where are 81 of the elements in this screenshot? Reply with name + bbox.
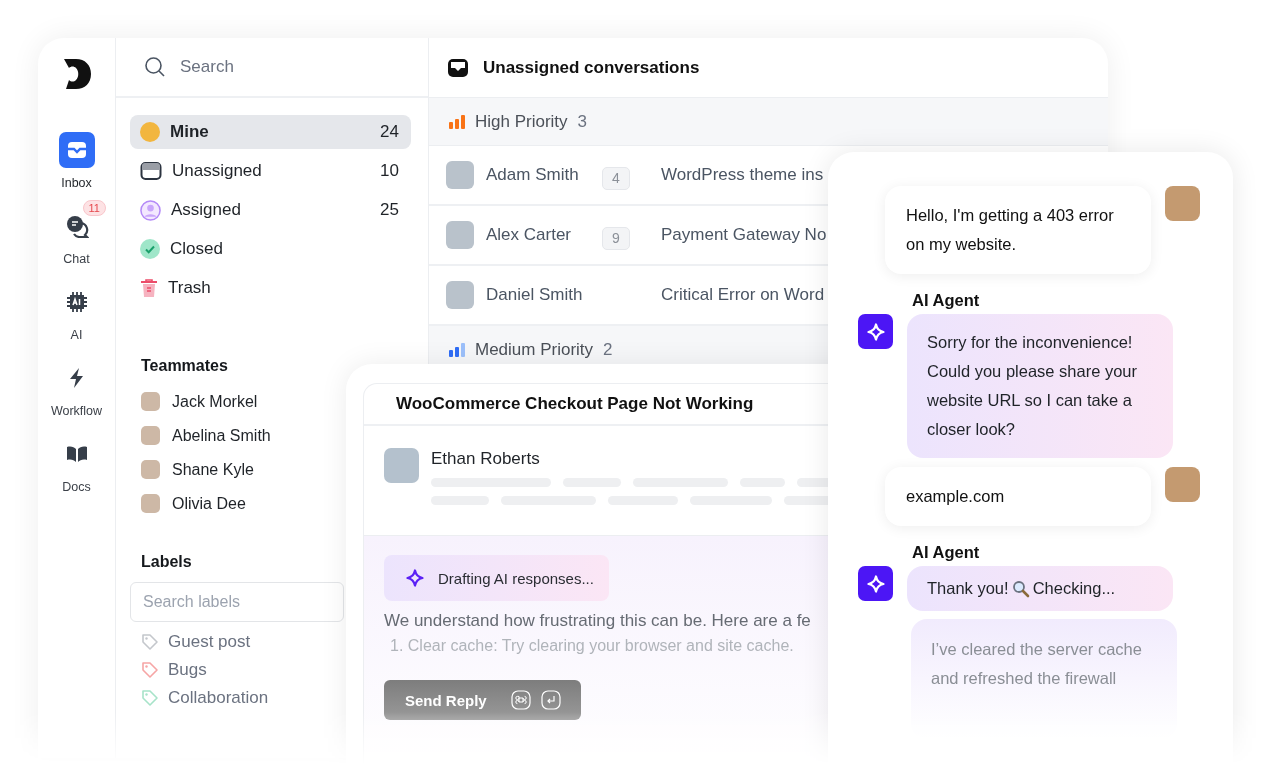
ai-chip-icon xyxy=(64,290,89,314)
enter-key-icon xyxy=(540,690,561,710)
search-icon xyxy=(144,56,166,78)
teammate-item[interactable]: Shane Kyle xyxy=(141,460,254,479)
ai-status-pill: Drafting AI responses... xyxy=(384,555,609,601)
folder-count: 25 xyxy=(380,200,399,220)
folder-item[interactable]: Mine 24 xyxy=(130,115,411,149)
draft-text: We understand how frustrating this can be. Here are a fe xyxy=(384,611,812,631)
message-count: 4 xyxy=(602,166,630,190)
inbox-icon xyxy=(58,132,95,168)
person-circle-icon xyxy=(140,199,161,221)
contact-name: Daniel Smith xyxy=(486,285,584,305)
teammate-item[interactable]: Abelina Smith xyxy=(141,426,271,445)
label-item[interactable]: Collaboration xyxy=(141,688,269,708)
message-bubble: example.com xyxy=(885,467,1151,526)
tray-icon xyxy=(447,57,469,78)
label-item[interactable]: Bugs xyxy=(141,660,207,680)
conversations-title: Unassigned conversations xyxy=(483,57,700,78)
avatar-photo xyxy=(141,392,160,411)
rail-label: Docs xyxy=(62,480,91,494)
message-bubble: Hello, I'm getting a 403 error on my website. xyxy=(885,186,1151,274)
conversation-subject: Payment Gateway No xyxy=(661,225,827,245)
avatar-photo xyxy=(141,426,160,445)
avatar-photo xyxy=(141,494,160,513)
signal-bars-icon xyxy=(449,342,465,357)
group-count: 2 xyxy=(603,339,613,360)
check-circle-icon xyxy=(140,239,160,259)
avatar-photo xyxy=(140,122,160,142)
logo-icon[interactable] xyxy=(61,58,92,90)
rail-nav-item[interactable]: Workflow xyxy=(46,352,107,420)
folder-item[interactable]: Closed xyxy=(130,232,411,266)
rail-label: Inbox xyxy=(61,176,92,190)
avatar-photo xyxy=(141,460,160,479)
conversation-subject: Critical Error on Word xyxy=(661,285,825,305)
tray-icon xyxy=(140,161,162,181)
folder-item[interactable]: Unassigned 10 xyxy=(130,154,411,188)
search-field[interactable]: Search xyxy=(178,56,382,78)
message-bubble: Thank you! Checking... xyxy=(907,566,1173,611)
trash-icon xyxy=(140,278,158,298)
contact-name: Alex Carter xyxy=(486,225,573,245)
message-count: 9 xyxy=(602,226,630,250)
rail-label: Chat xyxy=(63,252,90,266)
magnifier-icon xyxy=(1011,579,1030,598)
count-badge: 11 xyxy=(82,200,106,216)
priority-group-header[interactable]: High Priority 3 xyxy=(429,98,1108,146)
message-bubble: Sorry for the inconvenience! Could you please share your website URL so I can take a closer look? xyxy=(907,314,1173,458)
section-title: Teammates xyxy=(141,357,228,375)
rail-nav-item[interactable]: 11 Chat xyxy=(46,200,107,268)
sparkle-icon xyxy=(866,574,885,593)
sender-name: AI Agent xyxy=(911,543,981,562)
teammate-item[interactable]: Jack Morkel xyxy=(141,392,258,411)
rail-nav-item[interactable]: Inbox xyxy=(46,124,107,192)
search-labels-field[interactable]: Search labels xyxy=(130,582,344,622)
chat-bubbles-icon xyxy=(64,214,89,238)
rail-label: Workflow xyxy=(50,404,103,418)
teammate-item[interactable]: Olivia Dee xyxy=(141,494,246,513)
conversation-subject: WordPress theme ins xyxy=(661,165,824,185)
folder-count: 24 xyxy=(380,122,399,142)
contact-name: Adam Smith xyxy=(486,165,580,185)
avatar-photo xyxy=(384,448,419,483)
signal-bars-icon xyxy=(449,114,465,129)
avatar-photo xyxy=(446,281,474,309)
sparkle-icon xyxy=(406,569,424,587)
rail-label: AI xyxy=(70,328,83,342)
section-title: Labels xyxy=(141,553,192,571)
folder-count: 10 xyxy=(380,161,399,181)
rail-nav-item[interactable]: AI xyxy=(46,276,107,344)
avatar-photo xyxy=(446,161,474,189)
avatar-photo xyxy=(1165,186,1200,221)
command-key-icon xyxy=(510,690,531,710)
group-count: 3 xyxy=(577,111,588,132)
folder-item[interactable]: Assigned 25 xyxy=(130,193,411,227)
label-item[interactable]: Guest post xyxy=(141,632,251,652)
author-name: Ethan Roberts xyxy=(431,449,541,469)
avatar-photo xyxy=(446,221,474,249)
folder-item[interactable]: Trash xyxy=(130,271,411,305)
draft-text: 1. Clear cache: Try clearing your browser and site cache. xyxy=(390,637,795,655)
sparkle-icon xyxy=(866,322,885,341)
sender-name: AI Agent xyxy=(911,291,981,310)
rail-nav-item[interactable]: Docs xyxy=(46,428,107,496)
avatar-photo xyxy=(1165,467,1200,502)
